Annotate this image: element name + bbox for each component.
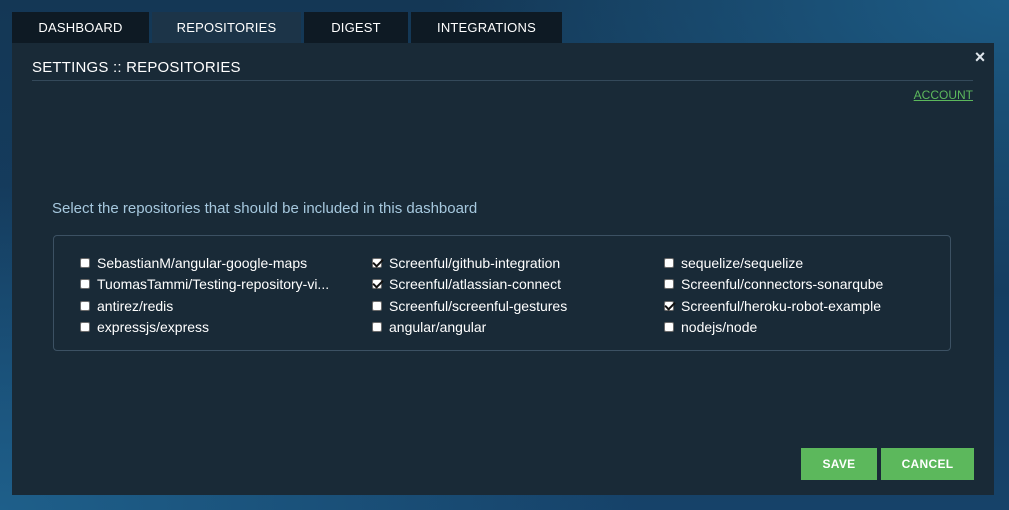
- repo-item[interactable]: angular/angular: [372, 317, 642, 339]
- checkbox[interactable]: [372, 322, 382, 333]
- repo-name: SebastianM/angular-google-maps: [97, 254, 308, 271]
- repo-item[interactable]: Screenful/atlassian-connect: [372, 274, 642, 296]
- checkbox[interactable]: [80, 257, 90, 268]
- checkbox[interactable]: [80, 322, 90, 333]
- repo-item[interactable]: Screenful/screenful-gestures: [372, 295, 642, 317]
- repo-name: angular/angular: [389, 319, 487, 336]
- repo-item[interactable]: expressjs/express: [80, 317, 345, 339]
- repo-item[interactable]: Screenful/heroku-robot-example: [664, 295, 934, 317]
- title-divider: [32, 80, 973, 81]
- checkbox[interactable]: [664, 322, 674, 333]
- repo-name: Screenful/github-integration: [389, 254, 561, 271]
- checkbox[interactable]: [372, 279, 382, 290]
- repo-item[interactable]: Screenful/connectors-sonarqube: [664, 274, 934, 296]
- repositories-prompt: Select the repositories that should be i…: [52, 200, 478, 217]
- repo-name: expressjs/express: [97, 319, 210, 336]
- repo-item[interactable]: SebastianM/angular-google-maps: [80, 252, 345, 274]
- repo-item[interactable]: nodejs/node: [664, 317, 934, 339]
- repo-item[interactable]: Screenful/github-integration: [372, 252, 642, 274]
- repo-name: Screenful/screenful-gestures: [389, 297, 568, 314]
- repo-name: sequelize/sequelize: [681, 254, 804, 271]
- save-button[interactable]: SAVE: [801, 448, 877, 480]
- repo-name: Screenful/atlassian-connect: [389, 276, 561, 293]
- account-link[interactable]: ACCOUNT: [914, 88, 973, 102]
- repo-column-3: sequelize/sequelize Screenful/connectors…: [664, 252, 934, 338]
- repo-item[interactable]: TuomasTammi/Testing-repository-vi...: [80, 274, 345, 296]
- checkbox[interactable]: [372, 257, 382, 268]
- settings-modal: × SETTINGS :: REPOSITORIES ACCOUNT Selec…: [12, 43, 994, 495]
- repo-item[interactable]: sequelize/sequelize: [664, 252, 934, 274]
- repo-column-2: Screenful/github-integration Screenful/a…: [372, 252, 642, 338]
- checkbox[interactable]: [80, 300, 90, 311]
- repo-item[interactable]: antirez/redis: [80, 295, 345, 317]
- repo-name: antirez/redis: [97, 297, 174, 314]
- repository-list: SebastianM/angular-google-maps TuomasTam…: [53, 235, 951, 351]
- tab-dashboard[interactable]: DASHBOARD: [12, 12, 149, 43]
- repo-name: Screenful/connectors-sonarqube: [681, 276, 884, 293]
- tab-digest[interactable]: DIGEST: [304, 12, 408, 43]
- repo-column-1: SebastianM/angular-google-maps TuomasTam…: [80, 252, 345, 338]
- tab-integrations[interactable]: INTEGRATIONS: [411, 12, 562, 43]
- checkbox[interactable]: [372, 300, 382, 311]
- checkbox[interactable]: [664, 257, 674, 268]
- modal-title: SETTINGS :: REPOSITORIES: [32, 59, 241, 76]
- tab-repositories[interactable]: REPOSITORIES: [152, 12, 301, 43]
- checkbox[interactable]: [664, 279, 674, 290]
- close-icon[interactable]: ×: [973, 48, 987, 66]
- top-tabs: DASHBOARD REPOSITORIES DIGEST INTEGRATIO…: [12, 12, 565, 43]
- cancel-button[interactable]: CANCEL: [881, 448, 974, 480]
- repo-name: nodejs/node: [681, 319, 758, 336]
- repo-name: Screenful/heroku-robot-example: [681, 297, 881, 314]
- checkbox[interactable]: [664, 300, 674, 311]
- checkbox[interactable]: [80, 279, 90, 290]
- repo-name: TuomasTammi/Testing-repository-vi...: [97, 276, 330, 293]
